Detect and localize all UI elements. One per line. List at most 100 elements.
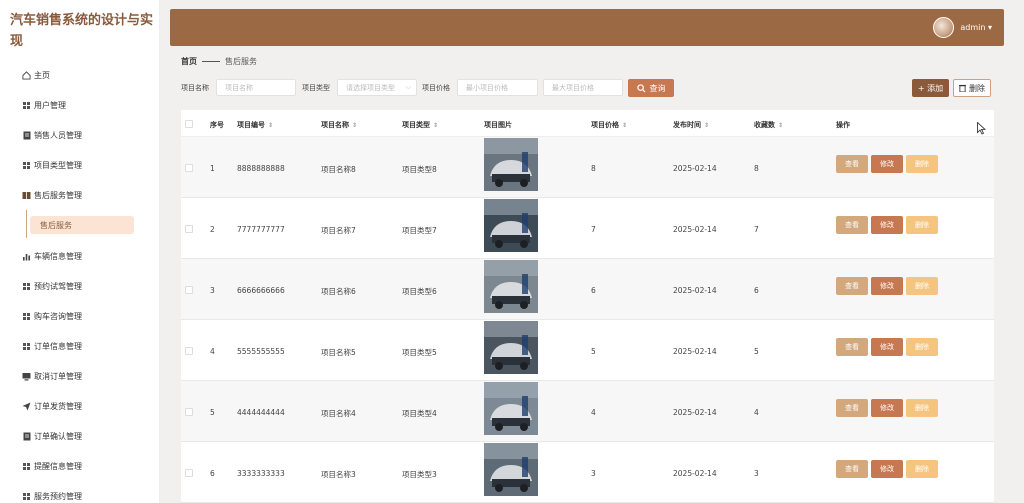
view-button[interactable]: 查看 [836,399,868,417]
view-button[interactable]: 查看 [836,155,868,173]
cell-seq: 3 [210,286,215,295]
remove-button[interactable]: 删除 [906,460,938,478]
column-header[interactable]: 项目价格 ⇕ [591,120,627,130]
bar-chart-icon [22,252,31,261]
type-select[interactable]: 请选择项目类型 ⌵ [337,79,417,96]
doc-icon [22,131,31,140]
sidebar-item-label: 主页 [34,70,50,80]
sort-icon[interactable]: ⇕ [704,122,709,129]
remove-button[interactable]: 删除 [906,155,938,173]
sort-icon[interactable]: ⇕ [778,122,783,129]
table-header: 序号 项目编号 ⇕ 项目名称 ⇕ 项目类型 ⇕ 项目图片 项目价格 ⇕ 发布时间 ⇕ 收藏数 ⇕ 操作 [181,110,994,137]
column-header[interactable]: 收藏数 ⇕ [754,120,783,130]
remove-button[interactable]: 删除 [906,338,938,356]
column-header-label: 项目类型 [402,121,430,129]
cell-name: 项目名称3 [321,470,356,479]
sidebar-item[interactable]: 服务预约管理 [22,487,82,503]
sidebar-item[interactable]: 订单信息管理 [22,337,82,355]
project-image[interactable] [484,321,538,374]
sort-icon[interactable]: ⇕ [433,122,438,129]
row-checkbox[interactable] [185,347,193,355]
table-row: 5 4444444444 项目名称4 项目类型4 4 2025-02-14 4 查看 修改 删除 [181,381,994,442]
cell-price: 4 [591,408,596,417]
sidebar-item-label: 购车咨询管理 [34,311,82,321]
row-checkbox[interactable] [185,408,193,416]
view-button[interactable]: 查看 [836,338,868,356]
sidebar-item-label: 取消订单管理 [34,371,82,381]
sort-icon[interactable]: ⇕ [352,122,357,129]
column-header[interactable]: 项目类型 ⇕ [402,120,438,130]
cell-date: 2025-02-14 [673,225,717,234]
min-price-input[interactable]: 最小项目价格 [457,79,538,96]
breadcrumb-home[interactable]: 首页 [181,56,197,67]
cell-name: 项目名称8 [321,165,356,174]
project-image[interactable] [484,138,538,191]
avatar[interactable] [933,17,954,38]
cell-fav: 6 [754,286,759,295]
edit-button[interactable]: 修改 [871,216,903,234]
view-button[interactable]: 查看 [836,216,868,234]
app-title: 汽车销售系统的设计与实现 [10,13,154,49]
cell-type: 项目类型6 [402,287,437,296]
edit-button[interactable]: 修改 [871,460,903,478]
view-button[interactable]: 查看 [836,277,868,295]
sidebar-item[interactable]: 取消订单管理 [22,367,82,385]
remove-button[interactable]: 删除 [906,399,938,417]
query-button[interactable]: 查询 [628,79,674,97]
row-checkbox[interactable] [185,469,193,477]
sort-icon[interactable]: ⇕ [268,122,273,129]
cell-fav: 3 [754,469,759,478]
row-checkbox[interactable] [185,164,193,172]
edit-button[interactable]: 修改 [871,399,903,417]
edit-button[interactable]: 修改 [871,277,903,295]
cell-fav: 4 [754,408,759,417]
max-price-input[interactable]: 最大项目价格 [543,79,623,96]
project-image[interactable] [484,443,538,496]
delete-button[interactable]: 删除 [953,79,991,97]
cell-fav: 7 [754,225,759,234]
sidebar-item[interactable]: 购车咨询管理 [22,307,82,325]
sidebar-item-label: 车辆信息管理 [34,251,82,261]
sidebar-item[interactable]: 主页 [22,66,50,84]
column-header[interactable]: 项目编号 ⇕ [237,120,273,130]
cell-seq: 5 [210,408,215,417]
doc-icon [22,432,31,441]
name-input[interactable]: 项目名称 [216,79,296,96]
grid-icon [22,101,31,110]
grid-icon [22,161,31,170]
sidebar-item[interactable]: 提醒信息管理 [22,457,82,475]
sidebar-item[interactable]: 销售人员管理 [22,126,82,144]
remove-button[interactable]: 删除 [906,216,938,234]
sidebar-item[interactable]: 车辆信息管理 [22,247,82,265]
user-menu[interactable]: admin ▾ [960,23,992,32]
row-checkbox[interactable] [185,225,193,233]
column-header[interactable]: 发布时间 ⇕ [673,120,709,130]
sidebar-item[interactable]: 订单发货管理 [22,397,82,415]
sidebar-item-label: 项目类型管理 [34,160,82,170]
sidebar-item[interactable]: 售后服务管理 [22,186,82,204]
sidebar-item[interactable]: 用户管理 [22,96,66,114]
row-checkbox[interactable] [185,286,193,294]
sort-icon[interactable]: ⇕ [622,122,627,129]
sidebar-item[interactable]: 订单确认管理 [22,427,82,445]
sidebar-item[interactable]: 预约试驾管理 [22,277,82,295]
add-button[interactable]: + 添加 [912,79,949,97]
cell-seq: 4 [210,347,215,356]
edit-button[interactable]: 修改 [871,155,903,173]
name-label: 项目名称 [181,84,209,92]
cell-name: 项目名称7 [321,226,356,235]
remove-button[interactable]: 删除 [906,277,938,295]
view-button[interactable]: 查看 [836,460,868,478]
column-header[interactable]: 项目名称 ⇕ [321,120,357,130]
table-body: 1 8888888888 项目名称8 项目类型8 8 2025-02-14 8 查看 修改 删除 2… [181,137,994,503]
edit-button[interactable]: 修改 [871,338,903,356]
sidebar-subitem-after-sales[interactable]: 售后服务 [30,216,134,234]
column-header-label: 序号 [210,121,224,129]
project-image[interactable] [484,382,538,435]
select-all-checkbox[interactable] [185,120,193,128]
sidebar-item[interactable]: 项目类型管理 [22,156,82,174]
column-header: 项目图片 [484,120,512,130]
project-image[interactable] [484,199,538,252]
cell-code: 5555555555 [237,347,285,356]
project-image[interactable] [484,260,538,313]
